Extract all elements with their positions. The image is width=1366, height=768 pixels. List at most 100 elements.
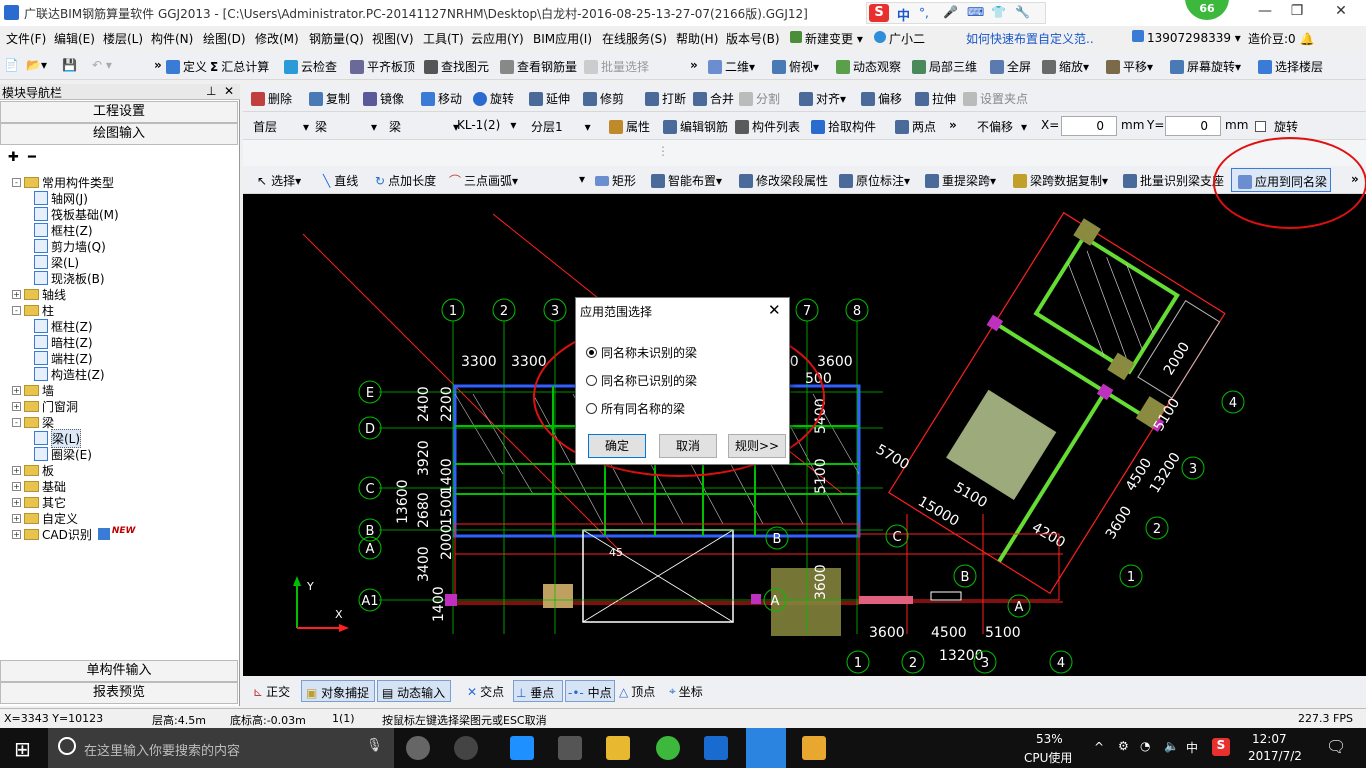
browser-360-icon[interactable]	[656, 736, 680, 760]
copy-button[interactable]: 复制	[309, 90, 350, 107]
tree-item[interactable]: 现浇板(B)	[34, 270, 105, 286]
menu-view[interactable]: 视图(V)	[372, 30, 414, 47]
rotate-button[interactable]: 旋转	[473, 90, 514, 107]
account[interactable]: 13907298339 ▾	[1132, 30, 1241, 45]
menu-edit[interactable]: 编辑(E)	[54, 30, 95, 47]
tray-ime[interactable]: 中	[1186, 739, 1198, 756]
layer-select[interactable]: 分层1 ▾	[531, 118, 591, 135]
expand-icon[interactable]: +	[12, 401, 21, 411]
vertex-snap[interactable]: △ 顶点	[619, 683, 655, 700]
trim-button[interactable]: 修剪	[583, 90, 624, 107]
collapse-icon[interactable]: -	[12, 177, 21, 187]
edge-icon[interactable]	[510, 736, 534, 760]
intersection-snap[interactable]: ✕ 交点	[467, 683, 504, 700]
select-floor-button[interactable]: 选择楼层	[1258, 58, 1323, 75]
mirror-button[interactable]: 镜像	[363, 90, 404, 107]
sum-calc-button[interactable]: Σ 汇总计算	[210, 58, 269, 75]
collapse-icon[interactable]: -	[12, 417, 21, 427]
offset-select[interactable]: 不偏移 ▾	[977, 118, 1027, 135]
stretch-button[interactable]: 拉伸	[915, 90, 956, 107]
menu-version[interactable]: 版本号(B)	[726, 30, 780, 47]
project-settings-button[interactable]: 工程设置	[0, 101, 238, 123]
ime-mode[interactable]: 中	[897, 5, 910, 24]
tray-app-icon[interactable]: ⚙	[1118, 739, 1129, 753]
perpendicular-snap[interactable]: ⊥ 垂点	[513, 680, 563, 702]
store-icon[interactable]	[558, 736, 582, 760]
keyboard-icon[interactable]: ⌨	[967, 5, 984, 19]
tree-item[interactable]: + 板	[12, 462, 54, 478]
define-button[interactable]: 定义	[166, 58, 207, 75]
undo-icon[interactable]: ↶ ▾	[92, 58, 112, 72]
score-badge[interactable]: 66	[1185, 0, 1229, 20]
file-explorer-icon[interactable]	[606, 736, 630, 760]
expand-icon[interactable]: +	[12, 385, 21, 395]
menu-modify[interactable]: 修改(M)	[255, 30, 299, 47]
menu-help[interactable]: 帮助(H)	[676, 30, 718, 47]
skin-icon[interactable]: 👕	[991, 5, 1006, 19]
tree-item[interactable]: + 自定义	[12, 510, 78, 526]
ime-punct-icon[interactable]: °,	[919, 6, 929, 20]
tree-item[interactable]: 框柱(Z)	[34, 222, 93, 238]
properties-button[interactable]: 属性	[609, 118, 650, 135]
radio-all[interactable]	[586, 403, 597, 414]
menu-floor[interactable]: 楼层(L)	[103, 30, 143, 47]
move-button[interactable]: 移动	[421, 90, 462, 107]
expand-icon[interactable]: +	[12, 513, 21, 523]
collapse-icon[interactable]: -	[12, 305, 21, 315]
member-list-button[interactable]: 构件列表	[735, 118, 800, 135]
top-view-dropdown[interactable]: 俯视 ▾	[772, 58, 819, 75]
tree-item[interactable]: -柱	[12, 302, 54, 318]
merge-button[interactable]: 合并	[693, 90, 734, 107]
help-link[interactable]: 如何快速布置自定义范..	[966, 30, 1094, 47]
tree-item[interactable]: 圈梁(E)	[34, 446, 92, 462]
menu-file[interactable]: 文件(F)	[6, 30, 46, 47]
x-input[interactable]: 0	[1061, 116, 1117, 136]
tb4-dropdown-arrow[interactable]: ▾	[579, 172, 585, 186]
screen-rotate-dropdown[interactable]: 屏幕旋转 ▾	[1170, 58, 1241, 75]
ggj-active-icon[interactable]	[746, 728, 786, 768]
pick-member-button[interactable]: 拾取构件	[811, 118, 876, 135]
menu-bim[interactable]: BIM应用(I)	[533, 30, 592, 47]
radio-identified[interactable]	[586, 375, 597, 386]
select-dropdown[interactable]: ↖ 选择 ▾	[257, 172, 301, 189]
span-data-copy-dropdown[interactable]: 梁跨数据复制 ▾	[1013, 172, 1108, 189]
tree-item[interactable]: 端柱(Z)	[34, 350, 93, 366]
single-member-input-button[interactable]: 单构件输入	[0, 660, 238, 682]
rectangle-button[interactable]: 矩形	[595, 172, 636, 189]
tree-item[interactable]: 剪力墙(Q)	[34, 238, 106, 254]
report-preview-button[interactable]: 报表预览	[0, 682, 238, 704]
ortho-toggle[interactable]: ⊾ 正交	[253, 683, 290, 700]
menu-online[interactable]: 在线服务(S)	[602, 30, 667, 47]
menu-rebar[interactable]: 钢筋量(Q)	[309, 30, 364, 47]
mic-taskbar-icon[interactable]: 🎙	[366, 738, 383, 753]
tree-item[interactable]: - 常用构件类型	[12, 174, 114, 190]
menu-draw[interactable]: 绘图(D)	[203, 30, 246, 47]
zoom-dropdown[interactable]: 缩放 ▾	[1042, 58, 1089, 75]
view-rebar-button[interactable]: 查看钢筋量	[500, 58, 577, 75]
tree-item[interactable]: + 轴线	[12, 286, 66, 302]
notification-icon[interactable]: 🗨	[1326, 737, 1346, 756]
menu-assistant[interactable]: 广小二	[874, 30, 925, 47]
close-icon[interactable]: ✕	[1326, 3, 1356, 23]
ok-button[interactable]: 确定	[588, 434, 646, 458]
app-swirl-icon[interactable]	[454, 736, 478, 760]
expand-icon[interactable]: +	[12, 481, 21, 491]
align-slab-top-button[interactable]: 平齐板顶	[350, 58, 415, 75]
member-select[interactable]: KL-1(2) ▾	[457, 118, 516, 132]
view-2d-dropdown[interactable]: 二维 ▾	[708, 58, 755, 75]
in-situ-annotation-dropdown[interactable]: 原位标注 ▾	[839, 172, 910, 189]
point-length-button[interactable]: ↻ 点加长度	[375, 172, 436, 189]
batch-select-button[interactable]: 批量选择	[584, 58, 649, 75]
subtype-select[interactable]: 梁 ▾	[389, 118, 459, 135]
split-button[interactable]: 分割	[739, 90, 780, 107]
wifi-icon[interactable]: ◔	[1140, 739, 1150, 753]
tree-item[interactable]: + 基础	[12, 478, 66, 494]
overflow-icon-3[interactable]: »	[949, 118, 957, 132]
overflow-icon[interactable]: »	[154, 58, 162, 72]
open-file-icon[interactable]: 📂▾	[26, 58, 47, 72]
cancel-button[interactable]: 取消	[659, 434, 717, 458]
break-button[interactable]: 打断	[645, 90, 686, 107]
three-point-arc-dropdown[interactable]: ⌒ 三点画弧 ▾	[449, 172, 518, 189]
radio-unidentified[interactable]	[586, 347, 597, 358]
y-input[interactable]: 0	[1165, 116, 1221, 136]
